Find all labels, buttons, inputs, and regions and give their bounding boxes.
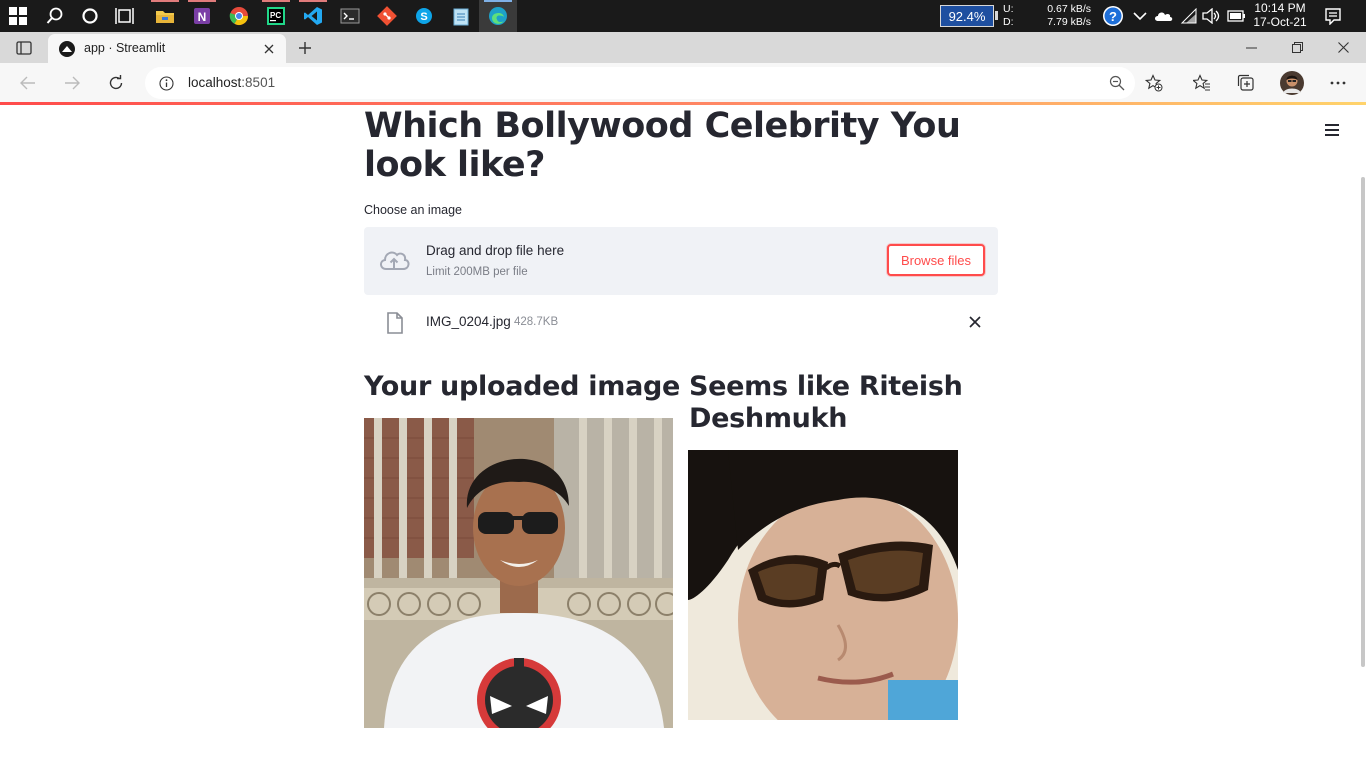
task-view-icon[interactable] — [113, 4, 137, 28]
edge-icon[interactable] — [486, 4, 510, 28]
favorites-icon[interactable] — [1192, 73, 1212, 93]
back-icon[interactable] — [18, 74, 38, 92]
cloud-upload-icon — [377, 245, 411, 275]
file-explorer-icon[interactable] — [153, 4, 177, 28]
page-title: Which Bollywood Celebrity You look like? — [364, 106, 961, 185]
dropzone-limit: Limit 200MB per file — [426, 266, 528, 278]
address-port: :8501 — [241, 75, 276, 90]
tab-title: app · Streamlit — [84, 41, 166, 55]
volume-icon[interactable] — [1199, 4, 1223, 28]
skype-icon[interactable]: S — [412, 4, 436, 28]
uploader-label: Choose an image — [364, 203, 462, 217]
net-upload-rate: 0.67 kB/s — [1047, 3, 1091, 15]
forward-icon[interactable] — [62, 74, 82, 92]
streamlit-app-page: Which Bollywood Celebrity You look like?… — [0, 105, 1366, 768]
chevron-up-tray-icon[interactable] — [1128, 4, 1152, 28]
wifi-icon[interactable] — [1177, 4, 1201, 28]
terminal-icon[interactable] — [338, 4, 362, 28]
notifications-icon[interactable] — [1321, 4, 1345, 28]
add-favorite-icon[interactable] — [1144, 73, 1164, 93]
file-icon — [384, 311, 406, 335]
address-host: localhost — [188, 75, 242, 90]
profile-avatar[interactable] — [1280, 71, 1304, 95]
pycharm-icon[interactable]: PC — [264, 4, 288, 28]
more-options-icon[interactable] — [1328, 73, 1348, 93]
tab-actions-icon[interactable] — [14, 39, 34, 57]
restore-window-icon[interactable] — [1288, 39, 1306, 55]
cortana-icon[interactable] — [78, 4, 102, 28]
help-icon[interactable]: ? — [1101, 4, 1125, 28]
uploaded-file-item: IMG_0204.jpg 428.7KB — [364, 305, 998, 339]
file-dropzone[interactable]: Drag and drop file here Limit 200MB per … — [364, 227, 998, 295]
onedrive-icon[interactable] — [1152, 4, 1176, 28]
matched-celebrity-photo — [688, 450, 958, 720]
battery-tray-icon[interactable] — [1224, 4, 1248, 28]
git-icon[interactable] — [375, 4, 399, 28]
remove-file-icon[interactable] — [966, 313, 984, 331]
svg-text:?: ? — [1109, 9, 1117, 24]
browser-tab-strip: app · Streamlit — [0, 32, 1366, 63]
svg-text:S: S — [420, 11, 427, 23]
zoom-out-icon[interactable] — [1108, 74, 1126, 92]
minimize-window-icon[interactable] — [1242, 40, 1260, 56]
svg-text:PC: PC — [270, 11, 281, 20]
start-icon[interactable] — [6, 4, 30, 28]
search-icon[interactable] — [43, 4, 67, 28]
page-scrollbar[interactable] — [1361, 177, 1365, 667]
tab-close-icon[interactable] — [262, 42, 276, 56]
system-clock[interactable]: 10:14 PM 17-Oct-21 — [1248, 1, 1312, 29]
clock-date: 17-Oct-21 — [1253, 15, 1307, 29]
net-download-rate: 7.79 kB/s — [1047, 16, 1091, 28]
site-info-icon[interactable] — [157, 74, 175, 92]
main-menu-icon[interactable] — [1325, 122, 1341, 136]
net-upload-label: U: — [1003, 3, 1014, 15]
windows-taskbar: N PC S 92.4% U: 0.67 kB/s D: 7.79 kB/s ? — [0, 0, 1366, 32]
svg-text:N: N — [198, 10, 207, 24]
new-tab-icon[interactable] — [296, 39, 314, 57]
streamlit-favicon-icon — [58, 40, 75, 57]
browse-files-button[interactable]: Browse files — [887, 244, 985, 276]
net-download-label: D: — [1003, 16, 1014, 28]
uploaded-file-name: IMG_0204.jpg — [426, 314, 511, 329]
vscode-icon[interactable] — [301, 4, 325, 28]
browser-toolbar: localhost:8501 — [0, 63, 1366, 103]
address-url: localhost:8501 — [188, 75, 275, 90]
tab-streamlit-app[interactable]: app · Streamlit — [48, 34, 286, 63]
onenote-icon[interactable]: N — [190, 4, 214, 28]
collections-icon[interactable] — [1236, 73, 1256, 93]
dropzone-instructions: Drag and drop file here — [426, 243, 565, 258]
uploaded-photo — [364, 418, 673, 728]
battery-indicator[interactable]: 92.4% — [940, 5, 994, 27]
chrome-icon[interactable] — [227, 4, 251, 28]
uploaded-file-size: 428.7KB — [514, 316, 559, 328]
refresh-icon[interactable] — [106, 74, 126, 92]
battery-cap — [995, 11, 998, 20]
network-speed-monitor: U: 0.67 kB/s D: 7.79 kB/s — [1003, 3, 1091, 29]
notepad-icon[interactable] — [449, 4, 473, 28]
clock-time: 10:14 PM — [1254, 1, 1306, 15]
address-bar[interactable]: localhost:8501 — [145, 67, 1135, 99]
close-window-icon[interactable] — [1334, 39, 1352, 55]
match-heading: Seems like Riteish Deshmukh — [689, 371, 963, 434]
uploaded-image-heading: Your uploaded image — [364, 371, 681, 402]
